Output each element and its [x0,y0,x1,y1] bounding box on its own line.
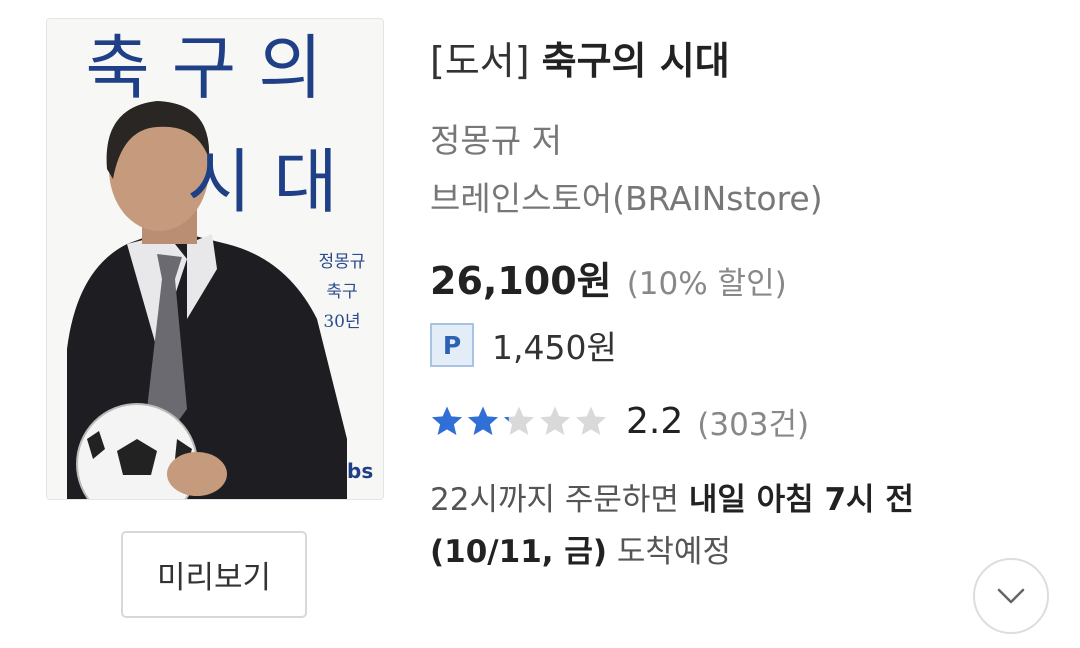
expand-button[interactable] [973,558,1049,634]
discount-rate: (10% 할인) [626,266,787,302]
star-rating [430,405,610,437]
rating-row[interactable]: 2.2 (303건) [430,394,809,448]
star-icon [576,406,606,435]
star-icon [468,406,498,435]
book-cover[interactable]: 축구의 시대 정몽규 축구 30년 bs [46,18,384,500]
star-icon [432,406,462,435]
delivery-prefix: 22시까지 주문하면 [430,482,679,518]
book-author[interactable]: 정몽규 저 [430,114,562,162]
publisher-logo: bs [347,459,374,483]
cover-subtitle-line: 정몽규 [318,252,366,272]
preview-button[interactable]: 미리보기 [121,531,307,618]
rating-score: 2.2 [626,400,684,442]
points-badge-icon: P [430,323,474,367]
book-publisher[interactable]: 브레인스토어(BRAINstore) [430,172,823,220]
star-icon [540,406,570,435]
book-title-text: 축구의 시대 [541,39,730,83]
cover-subtitle-line: 축구 [326,282,358,302]
delivery-suffix: 도착예정 [616,534,731,570]
review-count[interactable]: (303건) [697,399,809,444]
sale-price: 26,100원 [430,259,612,303]
delivery-info: 22시까지 주문하면 내일 아침 7시 전(10/11, 금) 도착예정 [430,474,990,578]
points-row: P 1,450원 [430,321,617,369]
points-value: 1,450원 [492,328,617,367]
chevron-down-icon [997,588,1025,604]
cover-title-line1: 축구의 [85,27,345,109]
book-title[interactable]: [도서] 축구의 시대 [430,30,730,85]
cover-subtitle-line: 30년 [323,312,361,332]
price-row: 26,100원 (10% 할인) [430,250,787,305]
book-category: [도서] [430,39,530,83]
cover-title-line2: 시대 [187,141,360,223]
star-icon [504,406,534,435]
cover-subtitle: 정몽규 축구 30년 [297,247,383,337]
